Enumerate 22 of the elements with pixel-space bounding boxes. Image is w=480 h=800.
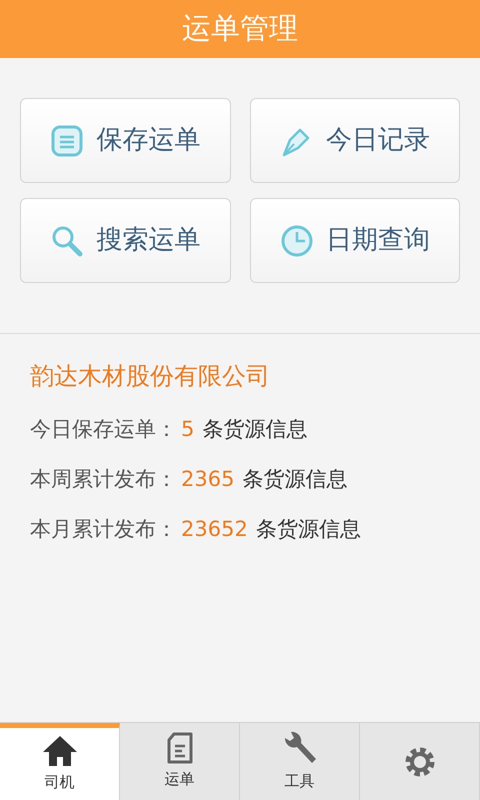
- stat-value: 23652: [181, 516, 248, 543]
- action-button[interactable]: 保存运单: [20, 98, 230, 183]
- stat-value: 5: [181, 416, 194, 443]
- tab[interactable]: 司机: [0, 723, 120, 800]
- clock-icon: [280, 224, 314, 258]
- stat-unit: 条货源信息: [256, 516, 361, 543]
- stat-label: 本周累计发布：: [30, 466, 177, 493]
- notepad-icon: [50, 124, 84, 158]
- company-name: 韵达木材股份有限公司: [30, 361, 270, 392]
- action-button[interactable]: 今日记录: [250, 98, 460, 183]
- stat-label: 今日保存运单：: [30, 416, 177, 443]
- stat-unit: 条货源信息: [242, 466, 348, 493]
- action-button[interactable]: 搜索运单: [20, 198, 230, 283]
- gear-icon: [402, 744, 436, 778]
- document-icon: [166, 732, 192, 764]
- search-icon: [50, 224, 84, 258]
- home-icon: [42, 734, 78, 767]
- stat-value: 2365: [181, 466, 234, 493]
- page-title: 运单管理: [182, 10, 298, 48]
- action-button[interactable]: 日期查询: [250, 198, 460, 283]
- stat-unit: 条货源信息: [202, 416, 308, 443]
- stat-label: 本月累计发布：: [30, 516, 177, 543]
